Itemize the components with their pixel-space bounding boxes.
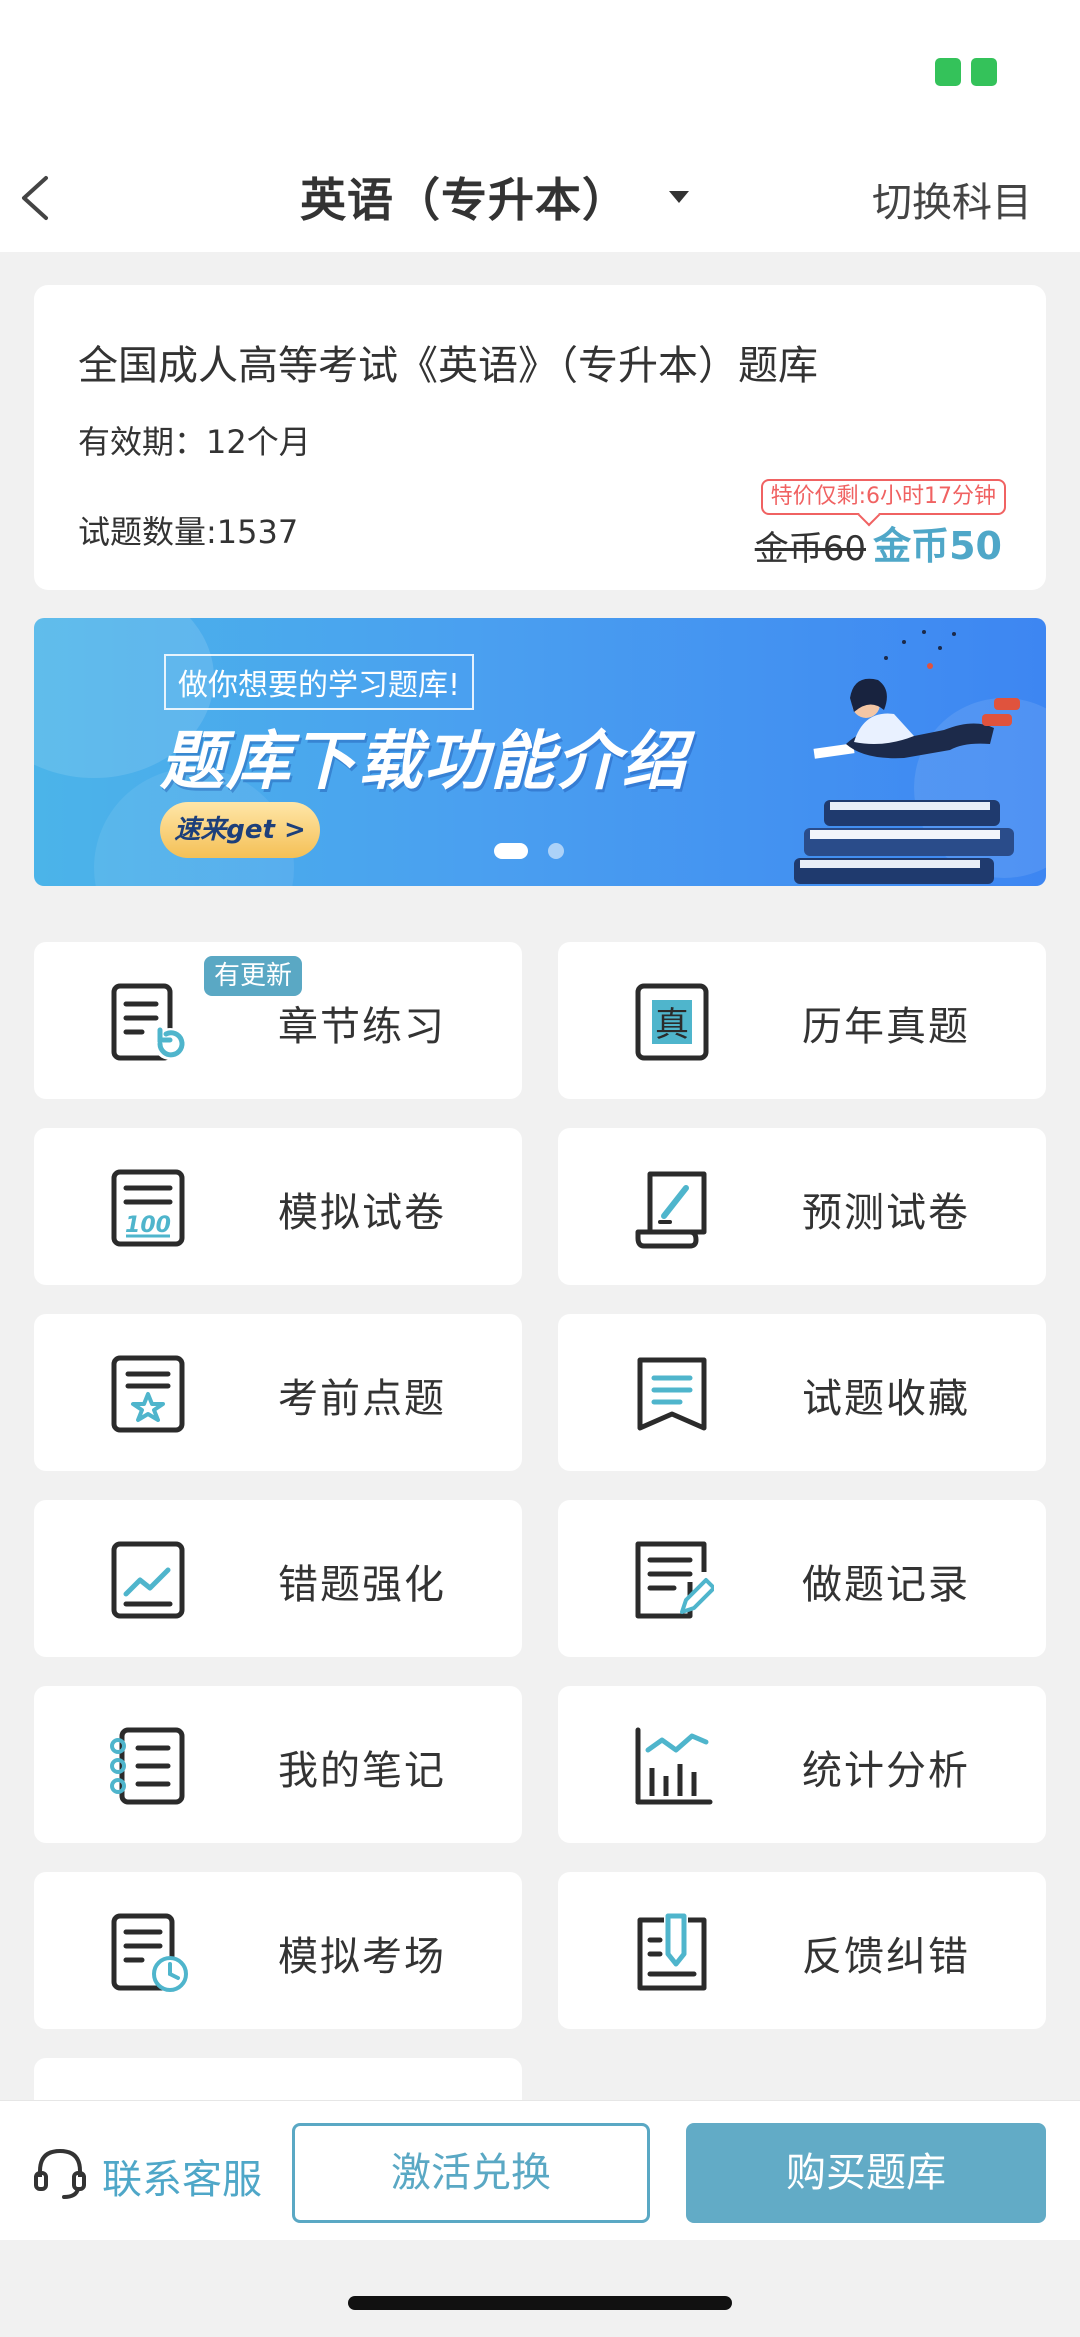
sale-price: 金币50 xyxy=(873,524,1002,568)
bank-title: 全国成人高等考试《英语》（专升本）题库 xyxy=(78,343,818,389)
home-area xyxy=(0,2240,1080,2337)
banner-cta-button[interactable]: 速来get > xyxy=(160,802,320,858)
tile-past-exams[interactable]: 真 历年真题 xyxy=(558,942,1046,1099)
bookmark-icon xyxy=(637,1357,707,1431)
tile-label: 章节练习 xyxy=(278,1004,446,1050)
mock-paper-icon: 100 xyxy=(111,1169,185,1247)
practice-record-icon xyxy=(635,1541,714,1619)
contact-service-button[interactable]: 联系客服 xyxy=(102,2147,262,2205)
page-title: 英语（专升本） xyxy=(300,173,629,227)
notes-icon xyxy=(110,1727,185,1805)
tile-feedback[interactable]: 反馈纠错 xyxy=(558,1872,1046,2029)
tile-mock-exam-room[interactable]: 模拟考场 xyxy=(34,1872,522,2029)
tile-pre-exam-tips[interactable]: 考前点题 xyxy=(34,1314,522,1471)
mock-exam-room-icon xyxy=(111,1913,188,1992)
tile-label: 历年真题 xyxy=(802,1004,970,1050)
statistics-icon xyxy=(635,1727,713,1805)
tile-label: 统计分析 xyxy=(802,1748,970,1794)
tile-notes[interactable]: 我的笔记 xyxy=(34,1686,522,1843)
banner-headline: 题库下载功能介绍 xyxy=(160,725,688,799)
feedback-icon xyxy=(637,1913,707,1991)
banner-pagination xyxy=(494,843,564,859)
tile-predict-paper[interactable]: 预测试卷 xyxy=(558,1128,1046,1285)
buy-bank-button[interactable]: 购买题库 xyxy=(686,2123,1046,2223)
tile-bookmark[interactable]: 试题收藏 xyxy=(558,1314,1046,1471)
chapter-practice-icon xyxy=(111,983,186,1061)
svg-text:100: 100 xyxy=(125,1213,171,1238)
tile-label: 试题收藏 xyxy=(802,1376,970,1422)
tile-label: 考前点题 xyxy=(278,1376,446,1422)
svg-text:真: 真 xyxy=(655,1005,689,1045)
bottom-action-bar: 联系客服 激活兑换 购买题库 xyxy=(0,2100,1080,2240)
past-exams-icon: 真 xyxy=(635,983,709,1061)
tile-label: 预测试卷 xyxy=(802,1190,970,1236)
chevron-left-icon xyxy=(22,176,48,220)
question-count: 试题数量:1537 xyxy=(78,513,299,551)
banner-subtitle: 做你想要的学习题库! xyxy=(164,654,475,710)
wrong-questions-icon xyxy=(111,1541,185,1619)
nav-bar: 英语（专升本） 切换科目 xyxy=(0,150,1080,252)
tile-practice-record[interactable]: 做题记录 xyxy=(558,1500,1046,1657)
pagination-dot-active[interactable] xyxy=(494,843,528,859)
tile-label: 模拟考场 xyxy=(278,1934,446,1980)
back-button[interactable] xyxy=(14,168,64,228)
promo-banner[interactable]: 做你想要的学习题库! 题库下载功能介绍 速来get > xyxy=(34,618,1046,886)
tile-label: 做题记录 xyxy=(802,1562,970,1608)
tile-label: 我的笔记 xyxy=(278,1748,446,1794)
pre-exam-tips-icon xyxy=(111,1355,185,1433)
tile-label: 错题强化 xyxy=(278,1562,446,1608)
status-indicator-icon xyxy=(935,58,997,86)
status-bar xyxy=(0,0,1080,150)
predict-paper-icon xyxy=(635,1171,707,1249)
tile-statistics[interactable]: 统计分析 xyxy=(558,1686,1046,1843)
tile-mock-paper[interactable]: 100 模拟试卷 xyxy=(34,1128,522,1285)
reading-girl-illustration xyxy=(794,630,1046,884)
home-indicator[interactable] xyxy=(348,2296,732,2310)
activate-redeem-button[interactable]: 激活兑换 xyxy=(292,2123,650,2223)
pagination-dot[interactable] xyxy=(548,843,564,859)
tile-label: 反馈纠错 xyxy=(802,1934,970,1980)
validity-text: 有效期：12个月 xyxy=(78,423,311,461)
switch-subject-button[interactable]: 切换科目 xyxy=(872,170,1032,228)
headset-icon[interactable] xyxy=(30,2143,90,2203)
original-price: 金币60 xyxy=(754,529,866,569)
subject-selector[interactable]: 英语（专升本） xyxy=(300,162,689,232)
tile-chapter-practice[interactable]: 有更新 章节练习 xyxy=(34,942,522,1099)
promo-countdown-badge: 特价仅剩:6小时17分钟 xyxy=(760,479,1006,515)
caret-down-icon xyxy=(669,191,689,203)
tile-label: 模拟试卷 xyxy=(278,1190,446,1236)
update-badge: 有更新 xyxy=(204,956,303,996)
question-bank-card: 全国成人高等考试《英语》（专升本）题库 有效期：12个月 试题数量:1537 特… xyxy=(34,285,1046,590)
tile-wrong-questions[interactable]: 错题强化 xyxy=(34,1500,522,1657)
